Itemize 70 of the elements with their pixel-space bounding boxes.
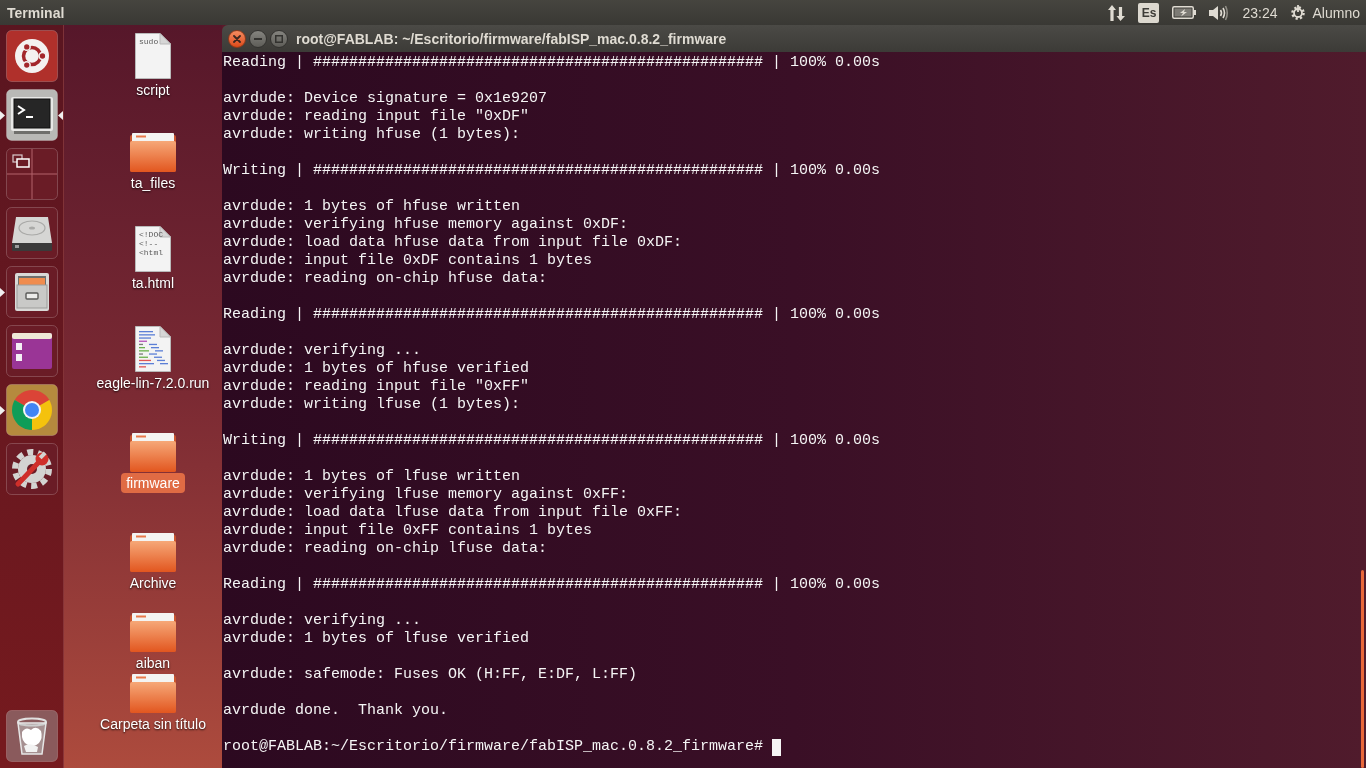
terminal-line: avrdude: verifying hfuse memory against 0xDF: [223, 216, 630, 234]
prompt-text: root@FABLAB:~/Escritorio/firmware/fabISP_mac.0.8.2_firmware# [223, 738, 764, 756]
trash-icon[interactable] [6, 710, 58, 762]
terminal-line: avrdude: Device signature = 0x1e9207 [223, 90, 549, 108]
minimize-icon [254, 37, 262, 40]
terminal-line: Reading | ################################################## | 100% 0.00s [223, 576, 882, 594]
folder-icon[interactable] [130, 533, 176, 572]
file-icon[interactable] [135, 33, 171, 79]
terminal-line: avrdude: load data lfuse data from input file 0xFF: [223, 504, 684, 522]
maximize-icon [275, 34, 283, 43]
terminal-line: avrdude: 1 bytes of lfuse verified [223, 630, 531, 648]
gear-icon[interactable] [1290, 5, 1305, 20]
folder-icon[interactable] [130, 674, 176, 713]
gear-wrench-icon[interactable] [6, 443, 58, 495]
text-cursor-icon [772, 738, 782, 756]
folder-icon[interactable] [130, 133, 176, 172]
file-preview-text: sudo [139, 37, 159, 46]
volume-icon[interactable] [1209, 4, 1230, 21]
app-window-icon[interactable] [6, 325, 58, 377]
terminal-line: avrdude: writing lfuse (1 bytes): [223, 396, 522, 414]
browser-logo-icon[interactable] [6, 384, 58, 436]
terminal-line: avrdude: reading input file "0xFF" [223, 378, 531, 396]
workspace-switcher-icon[interactable] [6, 148, 58, 200]
desktop-icon-label[interactable]: aiban [130, 654, 176, 672]
maximize-button[interactable] [270, 29, 288, 48]
terminal-line: avrdude: verifying ... [223, 612, 423, 630]
desktop-icon-label[interactable]: eagle-lin-7.2.0.run [91, 374, 215, 392]
terminal-line: avrdude: 1 bytes of hfuse written [223, 198, 522, 216]
terminal-line: Reading | ################################################## | 100% 0.00s [223, 306, 882, 324]
desktop-icon-label[interactable]: script [131, 81, 175, 99]
window-title: root@FABLAB: ~/Escritorio/firmware/fabISP_mac.0.8.2_firmware [296, 29, 727, 48]
terminal-line: avrdude: input file 0xDF contains 1 bytes [223, 252, 594, 270]
clock-text[interactable]: 23:24 [1242, 3, 1278, 22]
code-file-icon[interactable] [135, 326, 171, 372]
user-name-text[interactable]: Alumno [1312, 3, 1360, 22]
scrollbar-thumb[interactable] [1361, 570, 1364, 768]
desktop-icon-label[interactable]: Archive [124, 574, 182, 592]
file-icon[interactable] [135, 226, 171, 272]
terminal-line: avrdude: reading on-chip lfuse data: [223, 540, 549, 558]
terminal-line: avrdude: reading on-chip hfuse data: [223, 270, 549, 288]
terminal-line: avrdude: 1 bytes of hfuse verified [223, 360, 531, 378]
terminal-line: avrdude: 1 bytes of lfuse written [223, 468, 522, 486]
folder-icon[interactable] [130, 433, 176, 472]
keyboard-layout-indicator[interactable]: Es [1138, 2, 1160, 23]
terminal-line: avrdude: verifying lfuse memory against 0xFF: [223, 486, 630, 504]
file-preview-text: <!DOC <!-- <html [139, 230, 163, 257]
folder-icon[interactable] [130, 613, 176, 652]
terminal-line: avrdude: writing hfuse (1 bytes): [223, 126, 522, 144]
file-cabinet-icon[interactable] [6, 266, 58, 318]
close-icon [233, 34, 241, 43]
terminal-line: avrdude: input file 0xFF contains 1 bytes [223, 522, 594, 540]
terminal-line: Reading | ################################################## | 100% 0.00s [223, 54, 882, 72]
network-arrows-icon[interactable] [1108, 4, 1126, 21]
terminal-line: avrdude: load data hfuse data from input file 0xDF: [223, 234, 684, 252]
terminal-line: Writing | ################################################## | 100% 0.00s [223, 162, 882, 180]
terminal-line: avrdude: verifying ... [223, 342, 423, 360]
desktop-icon-label[interactable]: ta_files [125, 174, 181, 192]
terminal-line: avrdude: safemode: Fuses OK (H:FF, E:DF, L:FF) [223, 666, 639, 684]
desktop-icon-label[interactable]: Carpeta sin título [95, 715, 211, 733]
terminal-icon[interactable] [6, 89, 58, 141]
terminal-line: Writing | ################################################## | 100% 0.00s [223, 432, 882, 450]
ubuntu-logo-icon[interactable] [6, 30, 58, 82]
minimize-button[interactable] [249, 29, 267, 48]
battery-charging-icon[interactable] [1172, 6, 1197, 19]
desktop-icon-label[interactable]: ta.html [127, 274, 179, 292]
terminal-line: avrdude: reading input file "0xDF" [223, 108, 531, 126]
hard-drive-icon[interactable] [6, 207, 58, 259]
app-name-text: Terminal [6, 3, 65, 22]
terminal-line: avrdude done. Thank you. [223, 702, 450, 720]
close-button[interactable] [228, 29, 246, 48]
